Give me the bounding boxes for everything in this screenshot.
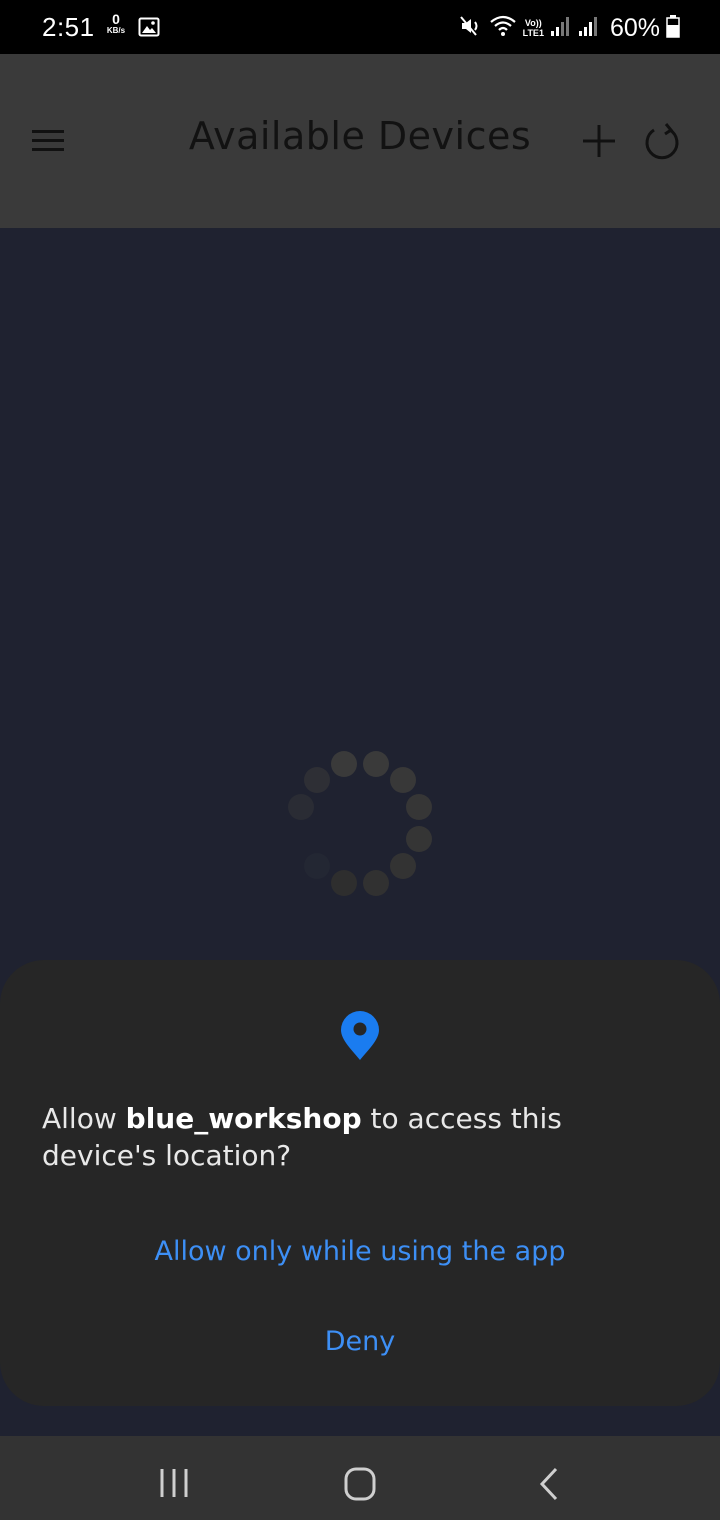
network-speed-unit: KB/s xyxy=(106,26,126,35)
permission-dialog: Allow blue_workshop to access this devic… xyxy=(0,960,720,1406)
network-speed-value: 0 xyxy=(112,11,120,27)
app-name: blue_workshop xyxy=(125,1102,362,1135)
status-icons: Vo)) LTE1 60% xyxy=(459,10,680,46)
deny-button[interactable]: Deny xyxy=(0,1320,720,1363)
signal-icon xyxy=(578,15,600,42)
status-time: 2:51 xyxy=(42,12,95,42)
back-icon[interactable] xyxy=(532,1464,564,1504)
gallery-icon xyxy=(138,16,160,43)
battery-level: 60% xyxy=(609,13,660,42)
plus-icon[interactable] xyxy=(580,122,618,160)
permission-message: Allow blue_workshop to access this devic… xyxy=(42,1100,682,1174)
network-speed: 0 KB/s xyxy=(103,11,129,36)
navigation-bar xyxy=(0,1436,720,1520)
volte-indicator: Vo)) LTE1 xyxy=(523,18,544,38)
status-bar: 2:51 0 KB/s Vo)) LTE1 60% xyxy=(0,0,720,54)
volte-bottom: LTE1 xyxy=(522,28,544,38)
message-prefix: Allow xyxy=(42,1102,126,1135)
home-icon[interactable] xyxy=(340,1464,380,1504)
volte-top: Vo)) xyxy=(524,18,542,28)
app-bar: Available Devices xyxy=(0,54,720,228)
signal-icon xyxy=(550,15,572,42)
mute-icon xyxy=(459,14,483,43)
battery-icon xyxy=(666,14,680,43)
location-pin-icon xyxy=(338,1010,382,1067)
wifi-icon xyxy=(489,14,517,43)
allow-while-using-button[interactable]: Allow only while using the app xyxy=(0,1230,720,1273)
loading-spinner xyxy=(280,740,440,910)
refresh-icon[interactable] xyxy=(640,120,684,164)
recent-apps-icon[interactable] xyxy=(156,1466,192,1500)
